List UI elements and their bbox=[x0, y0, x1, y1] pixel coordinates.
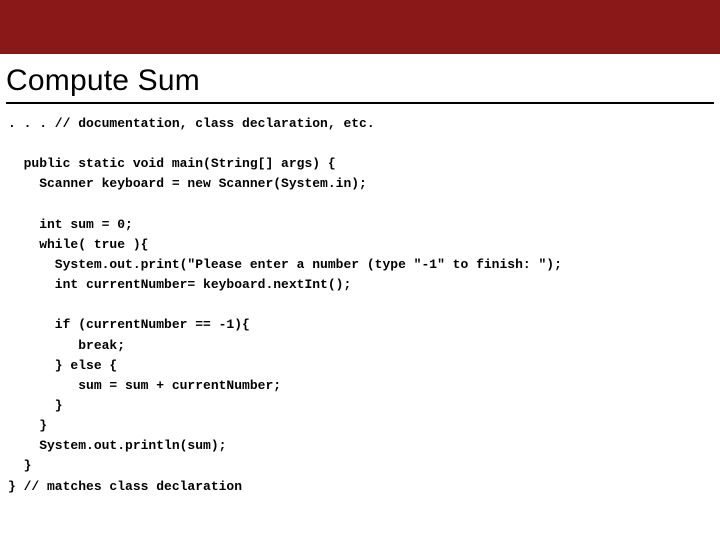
slide-title: Compute Sum bbox=[0, 54, 720, 102]
code-block: . . . // documentation, class declaratio… bbox=[0, 114, 720, 497]
title-underline bbox=[6, 102, 714, 104]
header-bar bbox=[0, 0, 720, 54]
